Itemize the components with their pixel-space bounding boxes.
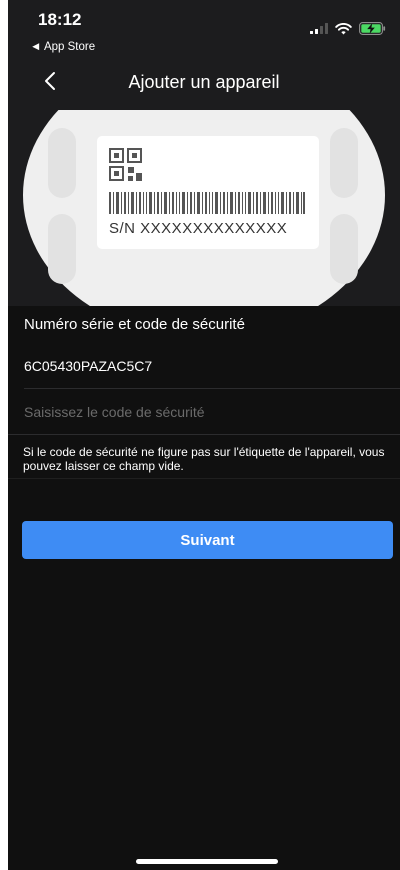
page-title: Ajouter un appareil — [128, 72, 280, 92]
wifi-icon — [335, 22, 352, 34]
status-icons — [310, 22, 386, 35]
divider — [8, 478, 400, 479]
divider — [8, 434, 400, 435]
app-screen: 18:12 ◄ App Store Ajouter un appareil S/… — [8, 0, 400, 870]
next-button[interactable]: Suivant — [22, 521, 393, 559]
serial-number-value: 6C05430PAZAC5C7 — [24, 358, 153, 374]
home-indicator[interactable] — [136, 859, 278, 864]
barcode-icon — [109, 192, 305, 214]
security-code-input[interactable] — [24, 401, 384, 423]
device-ridge-left-top — [48, 128, 76, 198]
device-label: S/N XXXXXXXXXXXXXX — [97, 136, 319, 249]
device-ridge-right-bottom — [330, 214, 358, 284]
divider — [24, 388, 400, 389]
battery-charging-icon — [359, 22, 386, 35]
device-ridge-right-top — [330, 128, 358, 198]
security-code-hint: Si le code de sécurité ne figure pas sur… — [23, 445, 385, 473]
section-title: Numéro série et code de sécurité — [24, 316, 245, 333]
serial-number-label: S/N XXXXXXXXXXXXXX — [109, 220, 288, 237]
device-illustration: S/N XXXXXXXXXXXXXX — [8, 110, 400, 306]
device-ridge-left-bottom — [48, 214, 76, 284]
cellular-signal-icon — [310, 23, 328, 34]
status-time: 18:12 — [38, 10, 82, 29]
back-to-app-store-link[interactable]: ◄ App Store — [30, 41, 95, 53]
qr-code-icon — [109, 148, 142, 181]
